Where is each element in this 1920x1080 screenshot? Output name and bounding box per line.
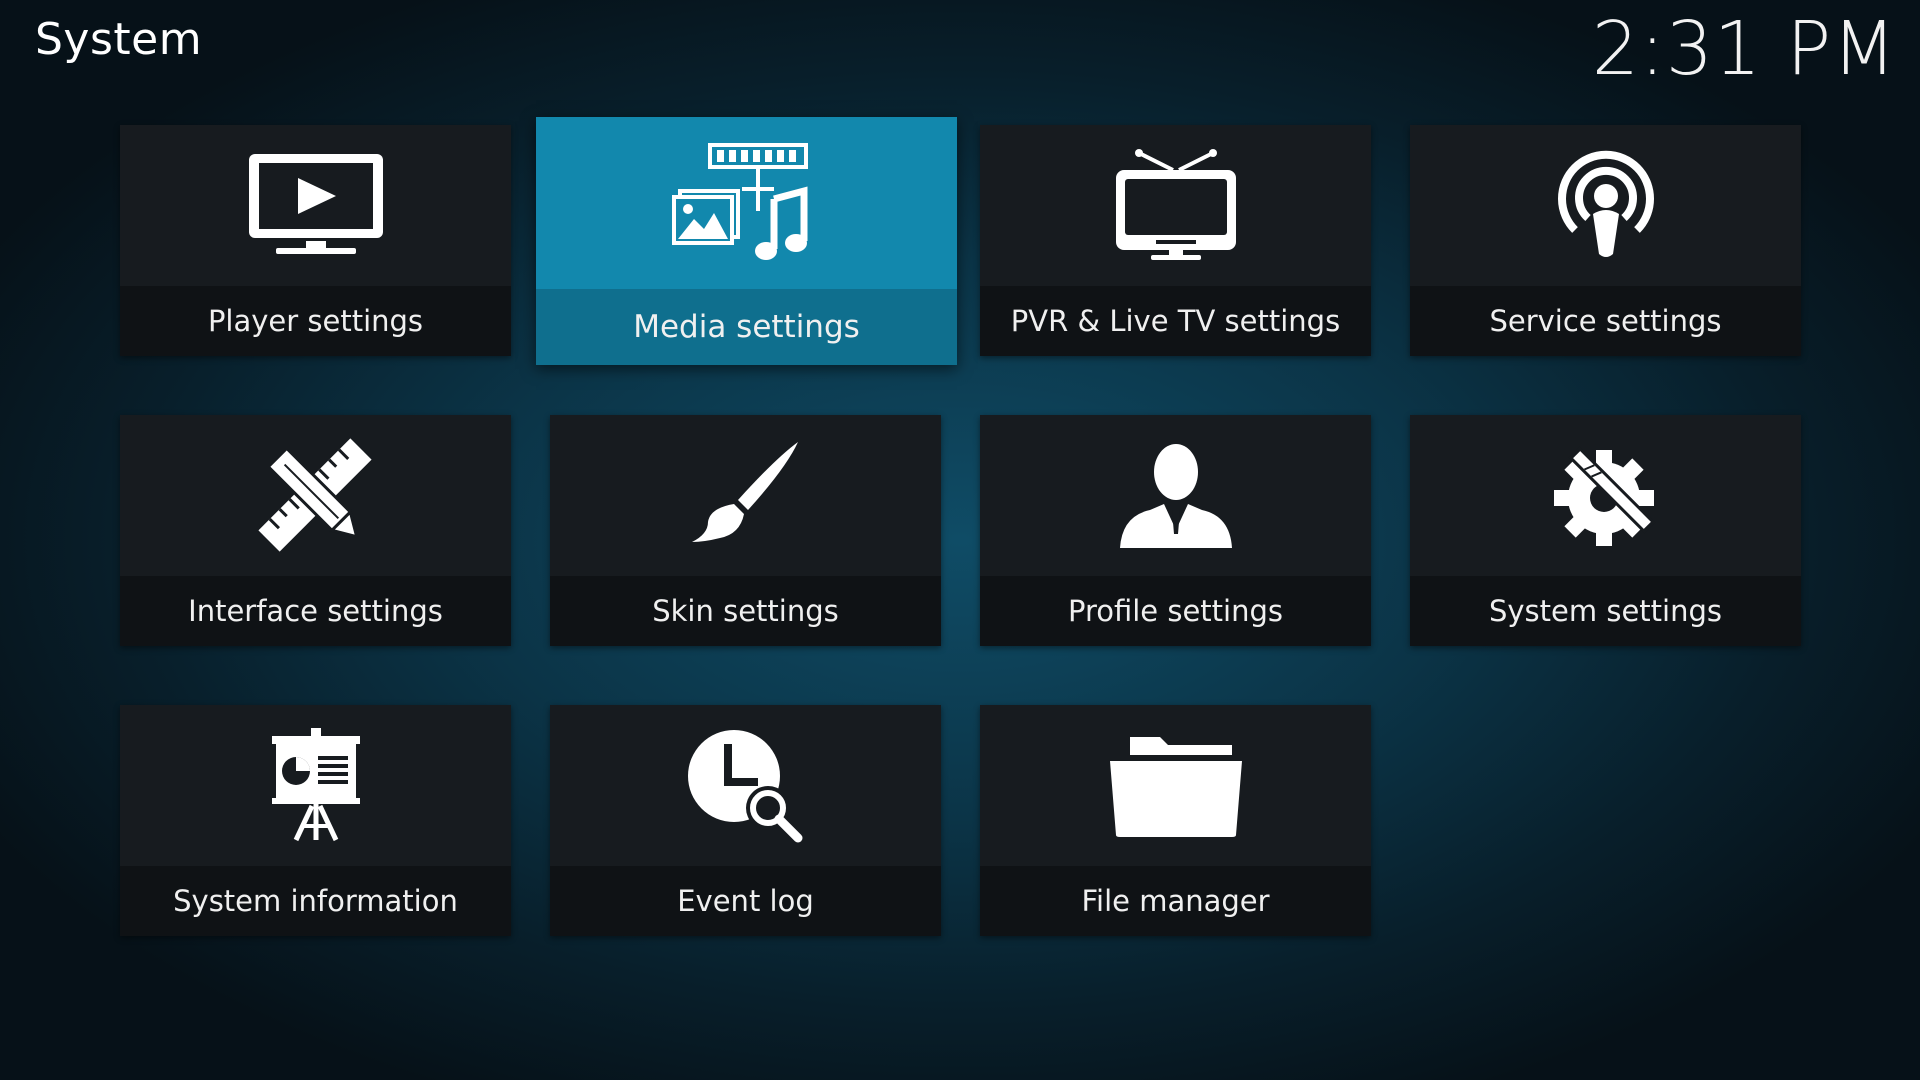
tile-service-settings[interactable]: Service settings <box>1410 125 1801 356</box>
tv-play-icon <box>248 153 383 254</box>
user-icon <box>1119 444 1232 548</box>
tv-antenna-icon <box>1115 149 1236 260</box>
tile-system-information[interactable]: System information <box>120 705 511 936</box>
gear-tools-icon <box>1553 445 1656 546</box>
tile-label: Service settings <box>1410 286 1801 356</box>
broadcast-icon <box>1557 150 1654 257</box>
pencil-ruler-icon <box>258 438 372 552</box>
tile-media-settings[interactable]: Media settings <box>536 117 957 365</box>
folder-icon <box>1109 736 1242 837</box>
tile-skin-settings[interactable]: Skin settings <box>550 415 941 646</box>
clock: 2:31 PM <box>1591 6 1897 92</box>
tile-label: PVR & Live TV settings <box>980 286 1371 356</box>
paintbrush-icon <box>691 442 798 542</box>
tile-label: Interface settings <box>120 576 511 646</box>
media-icon <box>671 142 808 260</box>
tile-player-settings[interactable]: Player settings <box>120 125 511 356</box>
tile-interface-settings[interactable]: Interface settings <box>120 415 511 646</box>
clock-search-icon <box>687 729 802 842</box>
tile-label: Player settings <box>120 286 511 356</box>
tile-file-manager[interactable]: File manager <box>980 705 1371 936</box>
tile-label: System settings <box>1410 576 1801 646</box>
tile-label: Event log <box>550 866 941 936</box>
tile-profile-settings[interactable]: Profile settings <box>980 415 1371 646</box>
tile-label: Skin settings <box>550 576 941 646</box>
tile-pvr-live-tv-settings[interactable]: PVR & Live TV settings <box>980 125 1371 356</box>
tile-label: Profile settings <box>980 576 1371 646</box>
page-title: System <box>35 14 203 65</box>
tile-label: File manager <box>980 866 1371 936</box>
tile-system-settings[interactable]: System settings <box>1410 415 1801 646</box>
tile-event-log[interactable]: Event log <box>550 705 941 936</box>
tile-label: System information <box>120 866 511 936</box>
presentation-icon <box>271 728 360 842</box>
tile-label: Media settings <box>536 289 957 365</box>
